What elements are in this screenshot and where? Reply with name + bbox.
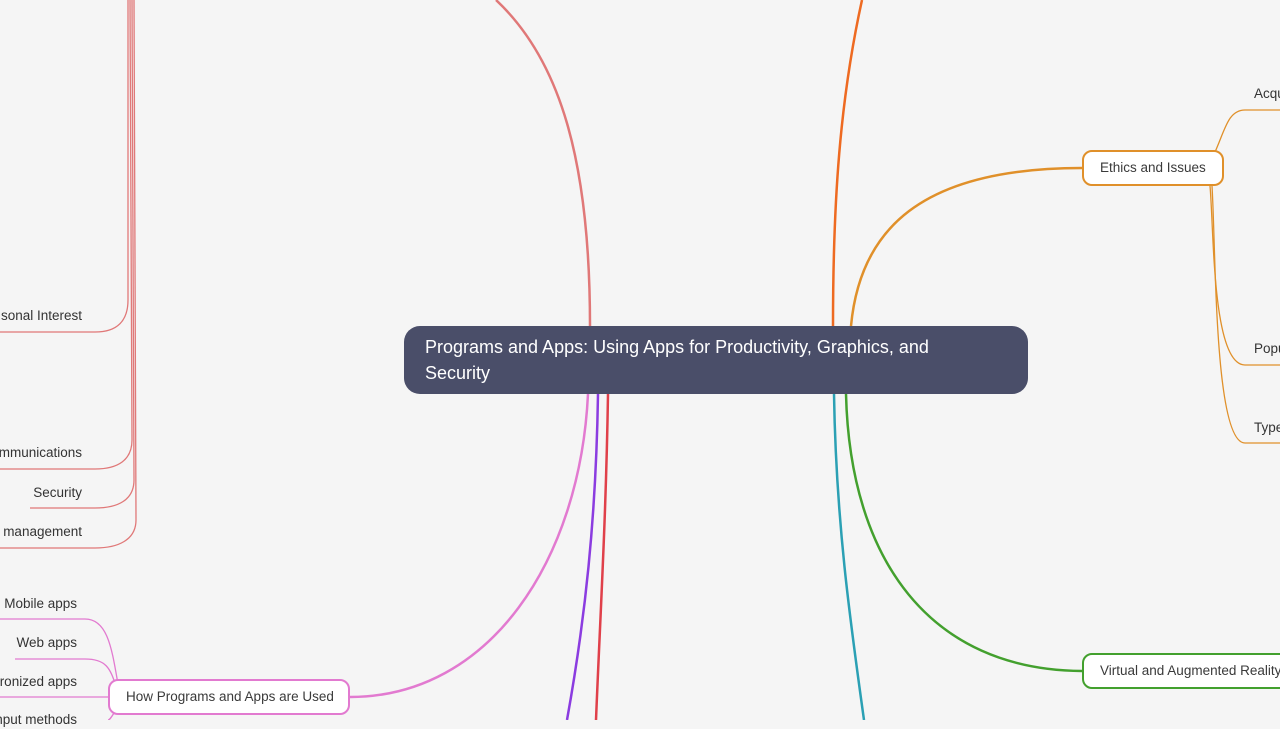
connector-leaf-security: [30, 0, 135, 509]
topic-how-programs-used[interactable]: How Programs and Apps are Used: [108, 679, 350, 715]
leaf-input-methods[interactable]: nput methods: [0, 711, 77, 729]
topic-ethics-and-issues[interactable]: Ethics and Issues: [1082, 150, 1224, 186]
root-topic[interactable]: Programs and Apps: Using Apps for Produc…: [404, 326, 1028, 394]
topic-virtual-augmented-reality[interactable]: Virtual and Augmented Reality: [1082, 653, 1280, 689]
connector-ethics: [849, 166, 1083, 327]
connector-ethics-leaf-2: [1209, 185, 1280, 366]
connector-leaf-personal-interest: [0, 0, 129, 333]
topic-label: How Programs and Apps are Used: [126, 689, 334, 704]
leaf-communications[interactable]: mmunications: [0, 444, 82, 462]
root-topic-title: Programs and Apps: Using Apps for Produc…: [425, 337, 929, 383]
connector-vr: [844, 393, 1083, 673]
leaf-security[interactable]: Security: [33, 484, 82, 502]
connector-ethics-leaf-1: [1214, 109, 1280, 153]
leaf-mobile-apps[interactable]: Mobile apps: [4, 595, 77, 613]
leaf-ethics-popu[interactable]: Popu: [1254, 340, 1280, 358]
leaf-management[interactable]: management: [3, 523, 82, 541]
topic-label: Ethics and Issues: [1100, 160, 1206, 175]
leaf-ethics-acqu[interactable]: Acqu: [1254, 85, 1280, 103]
connector-leaf-communications: [0, 0, 133, 470]
connector-orange: [831, 0, 864, 327]
leaf-personal-interest[interactable]: sonal Interest: [1, 307, 82, 325]
connector-categories-main: [495, 0, 592, 327]
connector-ethics-leaf-3: [1211, 185, 1280, 444]
leaf-web-apps[interactable]: Web apps: [16, 634, 77, 652]
leaf-synchronized-apps[interactable]: ronized apps: [0, 673, 77, 691]
topic-label: Virtual and Augmented Reality: [1100, 663, 1280, 678]
leaf-ethics-type[interactable]: Type: [1254, 419, 1280, 437]
connector-used: [349, 393, 590, 699]
